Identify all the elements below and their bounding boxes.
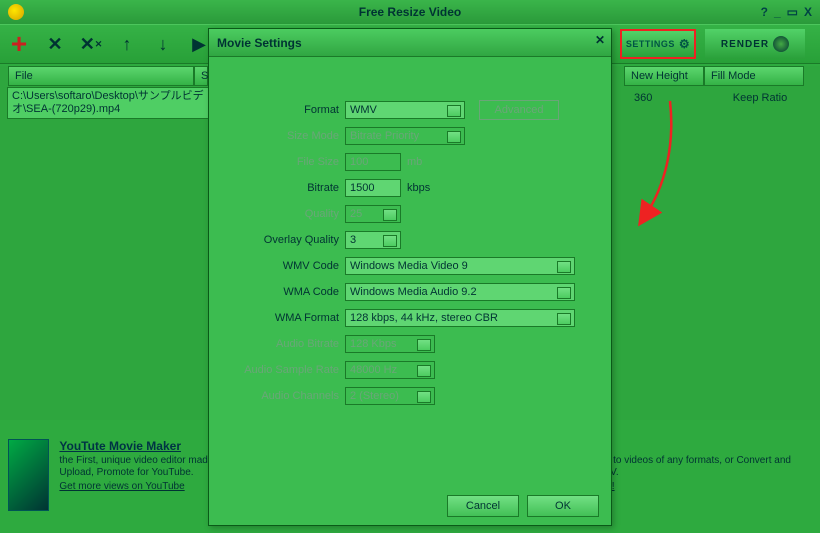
col-fill-mode[interactable]: Fill Mode bbox=[704, 66, 804, 86]
maximize-icon[interactable]: ▭ bbox=[787, 5, 798, 19]
sizemode-select: Bitrate Priority bbox=[345, 127, 465, 145]
bitrate-label: Bitrate bbox=[219, 182, 339, 194]
render-label: RENDER bbox=[721, 39, 769, 50]
cancel-button[interactable]: Cancel bbox=[447, 495, 519, 517]
sizemode-label: Size Mode bbox=[219, 130, 339, 142]
advanced-button: Advanced bbox=[479, 100, 559, 120]
promo-left-boxart bbox=[8, 439, 49, 511]
dialog-title: Movie Settings bbox=[217, 36, 302, 50]
ok-button[interactable]: OK bbox=[527, 495, 599, 517]
play-icon[interactable]: ▶ bbox=[188, 33, 210, 55]
audiobitrate-label: Audio Bitrate bbox=[219, 338, 339, 350]
minimize-icon[interactable]: _ bbox=[774, 5, 781, 19]
col-file[interactable]: File bbox=[8, 66, 194, 86]
audioch-select: 2 (Stereo) bbox=[345, 387, 435, 405]
wmaformat-select[interactable]: 128 kbps, 44 kHz, stereo CBR bbox=[345, 309, 575, 327]
format-select[interactable]: WMV bbox=[345, 101, 465, 119]
wmacode-select[interactable]: Windows Media Audio 9.2 bbox=[345, 283, 575, 301]
move-up-icon[interactable]: ↑ bbox=[116, 33, 138, 55]
wmvcode-select[interactable]: Windows Media Video 9 bbox=[345, 257, 575, 275]
gear-icon: ⚙ bbox=[679, 37, 690, 51]
settings-button[interactable]: SETTINGS ⚙ bbox=[620, 29, 696, 59]
filesize-label: File Size bbox=[219, 156, 339, 168]
close-icon[interactable]: X bbox=[804, 5, 812, 19]
overlayq-select[interactable]: 3 bbox=[345, 231, 401, 249]
audiosr-select: 48000 Hz bbox=[345, 361, 435, 379]
filesize-input: 100 bbox=[345, 153, 401, 171]
app-logo-icon bbox=[8, 4, 24, 20]
film-reel-icon bbox=[773, 36, 789, 52]
col-new-height[interactable]: New Height bbox=[624, 66, 704, 86]
filesize-unit: mb bbox=[407, 156, 422, 168]
bitrate-unit: kbps bbox=[407, 182, 430, 194]
wmvcode-label: WMV Code bbox=[219, 260, 339, 272]
fill-mode-cell[interactable]: Keep Ratio bbox=[708, 88, 812, 398]
dialog-close-icon[interactable]: ✕ bbox=[595, 33, 605, 47]
help-icon[interactable]: ? bbox=[761, 5, 768, 19]
remove-icon[interactable]: ✕ bbox=[44, 33, 66, 55]
quality-select: 25 bbox=[345, 205, 401, 223]
audioch-label: Audio Channels bbox=[219, 390, 339, 402]
movie-settings-dialog: Movie Settings ✕ Format WMV Advanced Siz… bbox=[208, 28, 612, 526]
wmacode-label: WMA Code bbox=[219, 286, 339, 298]
add-file-icon[interactable]: + bbox=[8, 33, 30, 55]
audiosr-label: Audio Sample Rate bbox=[219, 364, 339, 376]
move-down-icon[interactable]: ↓ bbox=[152, 33, 174, 55]
quality-label: Quality bbox=[219, 208, 339, 220]
titlebar: Free Resize Video ? _ ▭ X bbox=[0, 0, 820, 24]
wmaformat-label: WMA Format bbox=[219, 312, 339, 324]
settings-label: SETTINGS bbox=[626, 39, 675, 49]
bitrate-input[interactable]: 1500 bbox=[345, 179, 401, 197]
new-height-cell[interactable]: 360 bbox=[628, 88, 708, 398]
audiobitrate-select: 128 Kbps bbox=[345, 335, 435, 353]
render-button[interactable]: RENDER bbox=[705, 29, 805, 59]
file-cell[interactable]: C:\Users\softaro\Desktop\サンプルビデオ\SEA-(72… bbox=[8, 88, 208, 118]
overlayq-label: Overlay Quality bbox=[219, 234, 339, 246]
remove-all-icon[interactable]: ✕✕ bbox=[80, 33, 102, 55]
app-title: Free Resize Video bbox=[359, 5, 462, 19]
col-s[interactable]: S bbox=[194, 66, 208, 86]
format-label: Format bbox=[219, 104, 339, 116]
dialog-titlebar[interactable]: Movie Settings ✕ bbox=[209, 29, 611, 57]
